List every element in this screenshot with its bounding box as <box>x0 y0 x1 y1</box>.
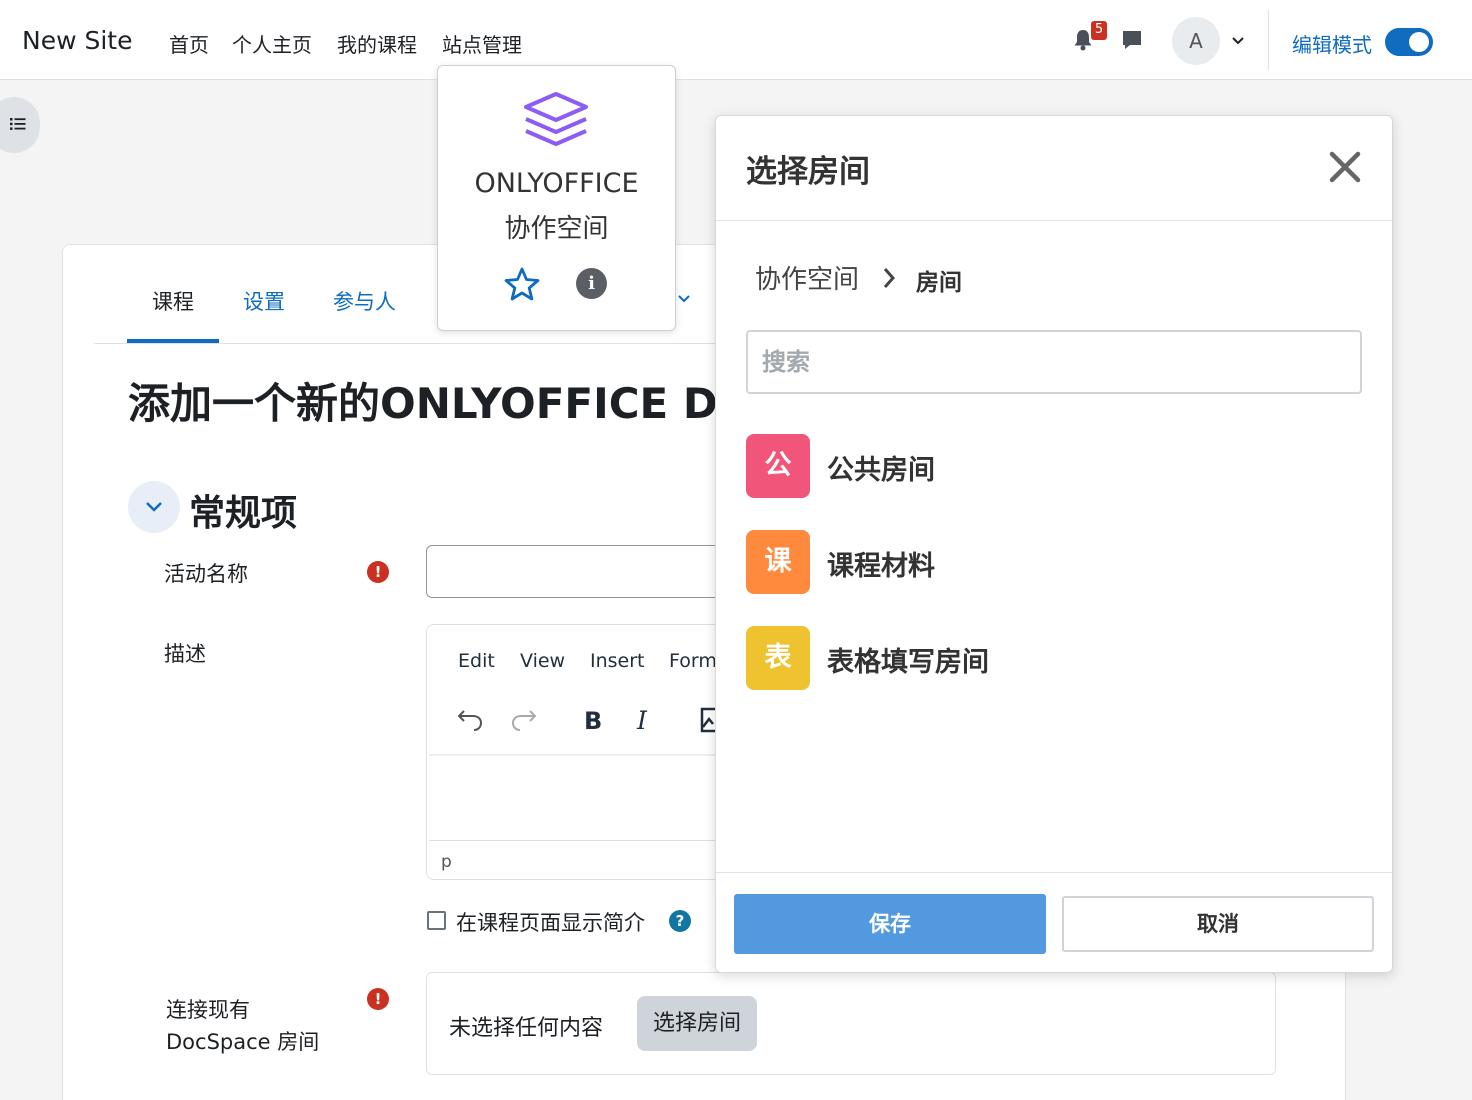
user-avatar[interactable]: A <box>1172 17 1220 65</box>
nav-item-site-admin[interactable]: 站点管理 <box>442 29 522 58</box>
choose-room-button[interactable]: 选择房间 <box>637 996 757 1051</box>
layers-logo-icon <box>524 92 588 146</box>
chat-bubble-icon[interactable] <box>1120 28 1144 52</box>
editor-toolbar-divider <box>429 754 759 756</box>
modal-header-divider <box>716 220 1392 221</box>
save-button[interactable]: 保存 <box>734 894 1046 954</box>
edit-mode-toggle[interactable] <box>1385 28 1433 56</box>
chevron-down-icon[interactable] <box>1230 34 1246 48</box>
editor-menu-view[interactable]: View <box>520 650 565 672</box>
required-icon: ! <box>367 988 389 1010</box>
editor-menu-edit[interactable]: Edit <box>458 650 495 672</box>
bold-icon[interactable]: B <box>583 708 605 732</box>
select-room-modal <box>715 115 1393 973</box>
room-search-input[interactable] <box>746 330 1362 394</box>
image-icon[interactable] <box>700 707 715 735</box>
section-title: 常规项 <box>189 493 298 534</box>
modal-footer-divider <box>716 872 1392 873</box>
room-name-form-filling[interactable]: 表格填写房间 <box>827 640 989 679</box>
tab-settings[interactable]: 设置 <box>243 286 285 316</box>
tab-participants[interactable]: 参与人 <box>333 286 396 316</box>
nothing-selected-text: 未选择任何内容 <box>449 1016 604 1041</box>
redo-icon[interactable] <box>510 706 538 732</box>
cancel-button[interactable]: 取消 <box>1062 896 1374 952</box>
connect-room-label-line1: 连接现有 <box>166 998 250 1022</box>
breadcrumb-root[interactable]: 协作空间 <box>755 259 859 296</box>
required-icon: ! <box>367 561 389 583</box>
show-description-checkbox[interactable] <box>427 911 446 930</box>
site-name-link[interactable]: New Site <box>22 26 132 55</box>
svg-text:I: I <box>636 708 648 732</box>
connect-room-label-line2: DocSpace 房间 <box>166 1030 320 1054</box>
tab-course[interactable]: 课程 <box>152 286 194 316</box>
list-icon <box>10 118 26 130</box>
onlyoffice-name: ONLYOFFICE <box>474 168 639 199</box>
chevron-right-icon <box>883 268 896 288</box>
chevron-down-icon[interactable] <box>676 292 692 306</box>
editor-menu-format[interactable]: Form <box>669 650 715 672</box>
edit-mode-label[interactable]: 编辑模式 <box>1292 29 1372 58</box>
room-icon-form-filling[interactable]: 表 <box>746 626 810 690</box>
help-icon[interactable]: ? <box>669 910 691 932</box>
info-icon[interactable]: i <box>576 268 607 299</box>
italic-icon[interactable]: I <box>636 708 654 732</box>
nav-item-home[interactable]: 首页 <box>169 29 209 58</box>
room-name-course-materials[interactable]: 课程材料 <box>827 544 935 583</box>
room-icon-course-materials[interactable]: 课 <box>746 530 810 594</box>
nav-item-my-courses[interactable]: 我的课程 <box>337 29 417 58</box>
room-name-public[interactable]: 公共房间 <box>827 448 935 487</box>
nav-item-profile[interactable]: 个人主页 <box>232 29 312 58</box>
description-label: 描述 <box>164 642 206 666</box>
editor-element-path: p <box>441 852 452 872</box>
chevron-down-icon <box>146 502 162 512</box>
notification-count-badge: 5 <box>1091 21 1107 40</box>
breadcrumb-current: 房间 <box>916 270 962 296</box>
svg-text:B: B <box>584 708 602 732</box>
close-icon[interactable] <box>1328 150 1362 184</box>
navbar-divider <box>1268 10 1269 70</box>
room-icon-public[interactable]: 公 <box>746 434 810 498</box>
top-navbar: New Site 首页 个人主页 我的课程 站点管理 5 A 编辑模式 <box>0 0 1472 80</box>
editor-statusbar-divider <box>429 840 759 841</box>
page-title: 添加一个新的ONLYOFFICE Dc <box>128 379 743 428</box>
modal-title: 选择房间 <box>746 154 870 190</box>
star-icon[interactable] <box>504 267 540 301</box>
editor-menu-insert[interactable]: Insert <box>590 650 645 672</box>
undo-icon[interactable] <box>456 706 484 732</box>
section-collapse-button[interactable] <box>128 481 180 533</box>
activity-name-label: 活动名称 <box>164 562 248 586</box>
onlyoffice-subtitle: 协作空间 <box>504 214 609 244</box>
course-index-drawer-button[interactable] <box>0 97 40 153</box>
show-description-label[interactable]: 在课程页面显示简介 <box>456 907 645 937</box>
